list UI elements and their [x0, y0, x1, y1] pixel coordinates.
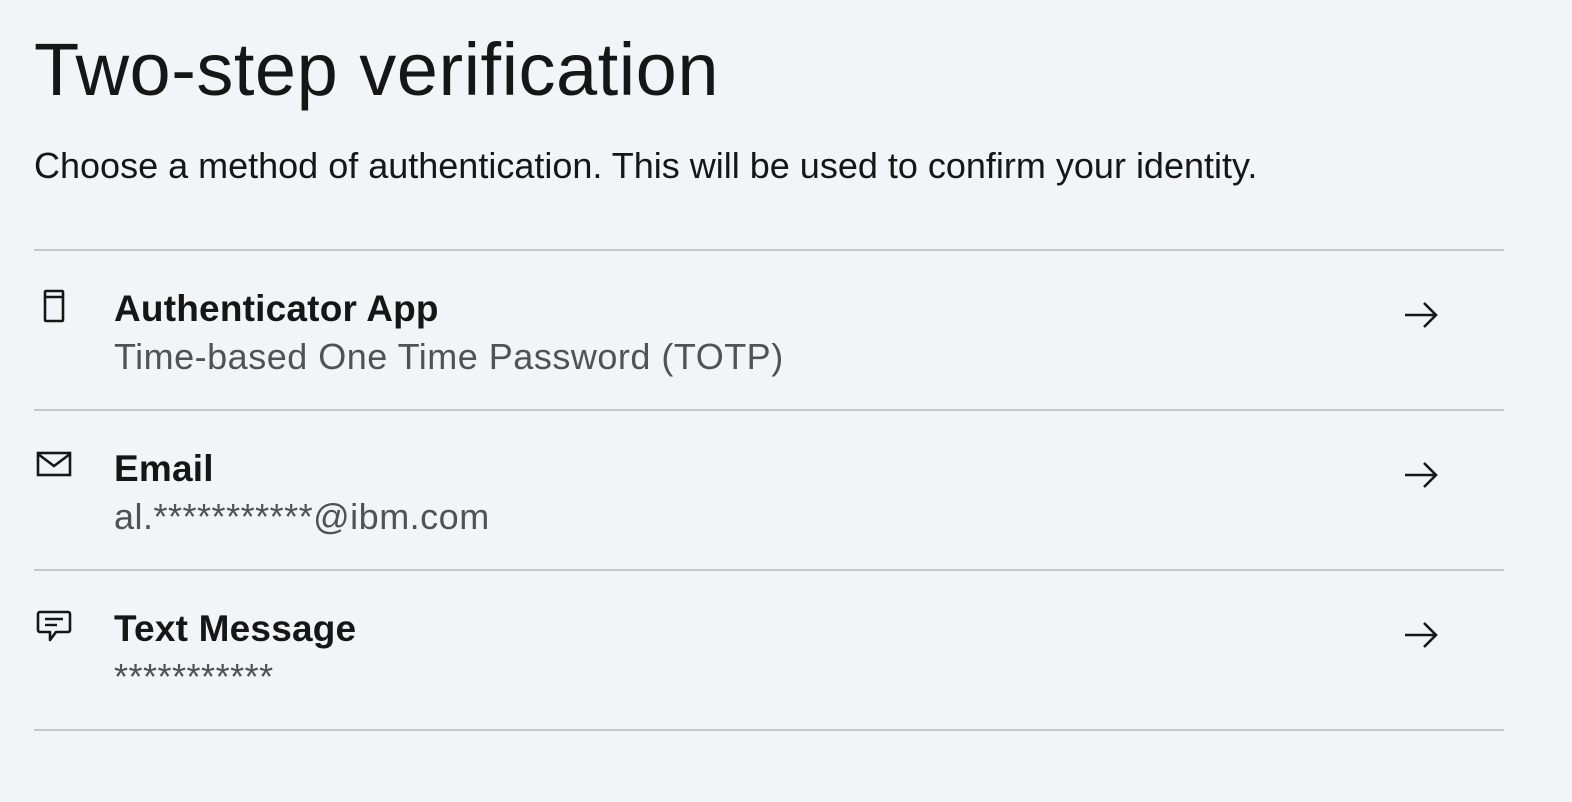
chat-message-icon [34, 609, 74, 649]
method-label: Email [114, 448, 214, 489]
mobile-device-icon [34, 289, 74, 329]
envelope-icon [34, 449, 74, 489]
method-detail: *********** [114, 656, 274, 697]
method-detail: Time-based One Time Password (TOTP) [114, 336, 784, 377]
arrow-right-icon [1402, 299, 1442, 331]
two-step-verification-page: Two-step verification Choose a method of… [0, 0, 1572, 802]
method-text-message[interactable]: Text Message *********** [34, 571, 1504, 731]
page-title: Two-step verification [34, 28, 719, 111]
method-detail: al.***********@ibm.com [114, 496, 490, 537]
method-email[interactable]: Email al.***********@ibm.com [34, 411, 1504, 571]
arrow-right-icon [1402, 619, 1442, 651]
method-label: Authenticator App [114, 288, 439, 329]
method-label: Text Message [114, 608, 357, 649]
authentication-method-list: Authenticator App Time-based One Time Pa… [34, 249, 1504, 731]
page-subtitle: Choose a method of authentication. This … [34, 145, 1258, 186]
method-authenticator-app[interactable]: Authenticator App Time-based One Time Pa… [34, 251, 1504, 411]
arrow-right-icon [1402, 459, 1442, 491]
